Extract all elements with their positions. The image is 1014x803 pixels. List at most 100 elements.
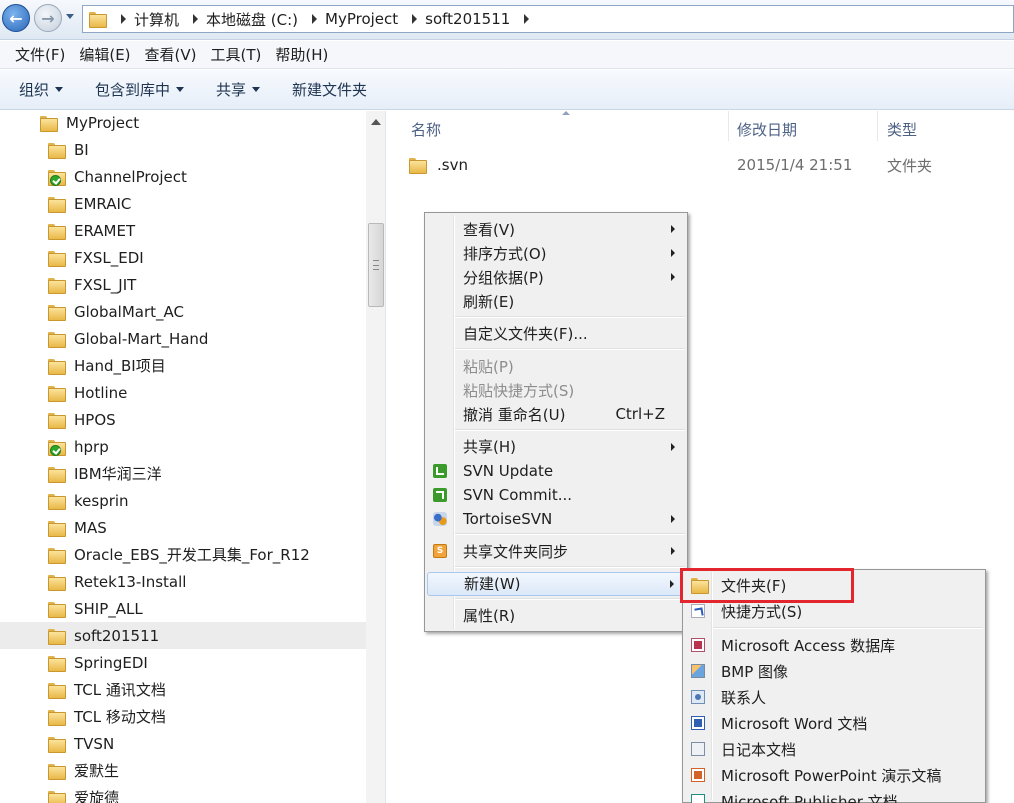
menu-item-label: SVN Update: [463, 461, 554, 480]
menu-item[interactable]: TortoiseSVN: [427, 507, 685, 531]
breadcrumb-arrow-icon[interactable]: [193, 14, 199, 24]
tree-item[interactable]: Global-Mart_Hand: [0, 325, 366, 352]
column-header-modified[interactable]: 修改日期: [737, 119, 797, 140]
tree-item-label: 爱默生: [74, 762, 120, 780]
nav-scrollbar[interactable]: [366, 111, 385, 803]
breadcrumb-item[interactable]: soft201511: [425, 10, 510, 28]
menu-item[interactable]: SVN Update: [427, 459, 685, 483]
tree-item[interactable]: Hotline: [0, 379, 366, 406]
command-button[interactable]: 包含到库中: [86, 79, 193, 100]
menu-item[interactable]: 帮助(H): [268, 44, 335, 65]
folder-icon: [48, 736, 66, 753]
tree-item[interactable]: MAS: [0, 514, 366, 541]
tree-item[interactable]: SpringEDI: [0, 649, 366, 676]
tree-item[interactable]: FXSL_JIT: [0, 271, 366, 298]
menu-item[interactable]: BMP 图像: [685, 659, 983, 683]
tree-item[interactable]: 爱默生: [0, 757, 366, 784]
menu-item[interactable]: 粘贴快捷方式(S): [427, 378, 685, 402]
menu-item[interactable]: 文件夹(F): [685, 573, 983, 597]
menu-item[interactable]: 编辑(E): [72, 44, 137, 65]
menu-item[interactable]: 快捷方式(S): [685, 599, 983, 623]
menu-item[interactable]: 粘贴(P): [427, 354, 685, 378]
scroll-thumb[interactable]: [368, 223, 384, 307]
recent-pages-dropdown[interactable]: [66, 14, 74, 19]
check-badge-icon: [50, 444, 61, 456]
breadcrumb-item[interactable]: MyProject: [325, 10, 398, 28]
tree-item[interactable]: GlobalMart_AC: [0, 298, 366, 325]
tree-item-label: BI: [74, 140, 89, 159]
tree-item[interactable]: kesprin: [0, 487, 366, 514]
column-header-type[interactable]: 类型: [887, 119, 917, 140]
tree-item[interactable]: hprp: [0, 433, 366, 460]
breadcrumb-arrow-icon[interactable]: [524, 14, 530, 24]
tree-item[interactable]: ChannelProject: [0, 163, 366, 190]
forward-button[interactable]: →: [34, 4, 62, 32]
menu-item[interactable]: SVN Commit...: [427, 483, 685, 507]
breadcrumb-arrow-icon[interactable]: [412, 14, 418, 24]
file-type: 文件夹: [887, 156, 933, 175]
menu-item[interactable]: 新建(W): [427, 571, 685, 596]
tree-item-root[interactable]: MyProject: [0, 111, 366, 136]
tree-item[interactable]: Hand_BI项目: [0, 352, 366, 379]
file-modified: 2015/1/4 21:51: [737, 156, 853, 174]
menu-item[interactable]: 共享(H): [427, 435, 685, 459]
menu-item[interactable]: 排序方式(O): [427, 241, 685, 265]
menu-item-label: 快捷方式(S): [721, 602, 803, 621]
menu-item[interactable]: 文件(F): [8, 44, 72, 65]
tree-item[interactable]: Retek13-Install: [0, 568, 366, 595]
tree-item[interactable]: TCL 移动文档: [0, 703, 366, 730]
address-box[interactable]: 计算机 本地磁盘 (C:) MyProject soft201511: [82, 5, 1014, 33]
svn-update-icon: [433, 463, 447, 478]
breadcrumb-arrow-icon[interactable]: [312, 14, 318, 24]
menu-item[interactable]: 属性(R): [427, 604, 685, 628]
tree-item-label: Oracle_EBS_开发工具集_For_R12: [74, 546, 310, 564]
tree-item[interactable]: FXSL_EDI: [0, 244, 366, 271]
column-header-name[interactable]: 名称: [411, 119, 441, 140]
tree-item-label: Retek13-Install: [74, 572, 187, 591]
folder-icon: [48, 142, 66, 159]
scroll-up-icon[interactable]: [371, 119, 381, 125]
menu-item-label: Microsoft Word 文档: [721, 714, 868, 733]
tree-item[interactable]: TVSN: [0, 730, 366, 757]
menu-item[interactable]: 查看(V): [138, 44, 204, 65]
command-label: 新建文件夹: [292, 81, 368, 99]
tree-item[interactable]: Oracle_EBS_开发工具集_For_R12: [0, 541, 366, 568]
folder-icon: [48, 385, 66, 402]
column-divider[interactable]: [728, 111, 729, 141]
menu-bar: 文件(F) 编辑(E) 查看(V) 工具(T) 帮助(H): [0, 41, 1014, 69]
tree-item[interactable]: SHIP_ALL: [0, 595, 366, 622]
menu-item[interactable]: 工具(T): [204, 44, 269, 65]
tree-item[interactable]: BI: [0, 136, 366, 163]
menu-item[interactable]: 自定义文件夹(F)...: [427, 322, 685, 346]
folder-icon: [48, 574, 66, 591]
tree-item[interactable]: EMRAIC: [0, 190, 366, 217]
tree-item[interactable]: soft201511: [0, 622, 366, 649]
tree-item[interactable]: ERAMET: [0, 217, 366, 244]
breadcrumb-item[interactable]: 本地磁盘 (C:): [206, 9, 298, 30]
menu-item[interactable]: 刷新(E): [427, 290, 685, 314]
menu-item[interactable]: 日记本文档: [685, 737, 983, 761]
file-row-svn[interactable]: .svn 2015/1/4 21:51 文件夹: [409, 153, 1009, 177]
menu-item[interactable]: Microsoft Word 文档: [685, 711, 983, 735]
tree-item-label: Hand_BI项目: [74, 357, 166, 375]
menu-item[interactable]: 撤消 重命名(U) Ctrl+Z: [427, 402, 685, 426]
back-button[interactable]: ←: [2, 4, 30, 32]
folder-icon: [48, 790, 66, 803]
menu-item[interactable]: 联系人: [685, 685, 983, 709]
tree-item[interactable]: IBM华润三洋: [0, 460, 366, 487]
breadcrumb-item[interactable]: 计算机: [134, 9, 179, 30]
tree-item[interactable]: TCL 通讯文档: [0, 676, 366, 703]
command-button[interactable]: 新建文件夹: [283, 79, 376, 100]
tree-item[interactable]: HPOS: [0, 406, 366, 433]
command-button[interactable]: 组织: [10, 79, 72, 100]
menu-item[interactable]: S 共享文件夹同步: [427, 539, 685, 563]
command-button[interactable]: 共享: [207, 79, 269, 100]
menu-item[interactable]: Microsoft PowerPoint 演示文稿: [685, 763, 983, 787]
menu-item[interactable]: 分组依据(P): [427, 265, 685, 289]
menu-item[interactable]: Microsoft Access 数据库: [685, 633, 983, 657]
tree-item[interactable]: 爱旋德: [0, 784, 366, 803]
column-divider[interactable]: [877, 111, 878, 141]
menu-item[interactable]: Microsoft Publisher 文档: [685, 789, 983, 803]
breadcrumb-arrow-icon[interactable]: [121, 14, 126, 24]
menu-item[interactable]: 查看(V): [427, 217, 685, 241]
